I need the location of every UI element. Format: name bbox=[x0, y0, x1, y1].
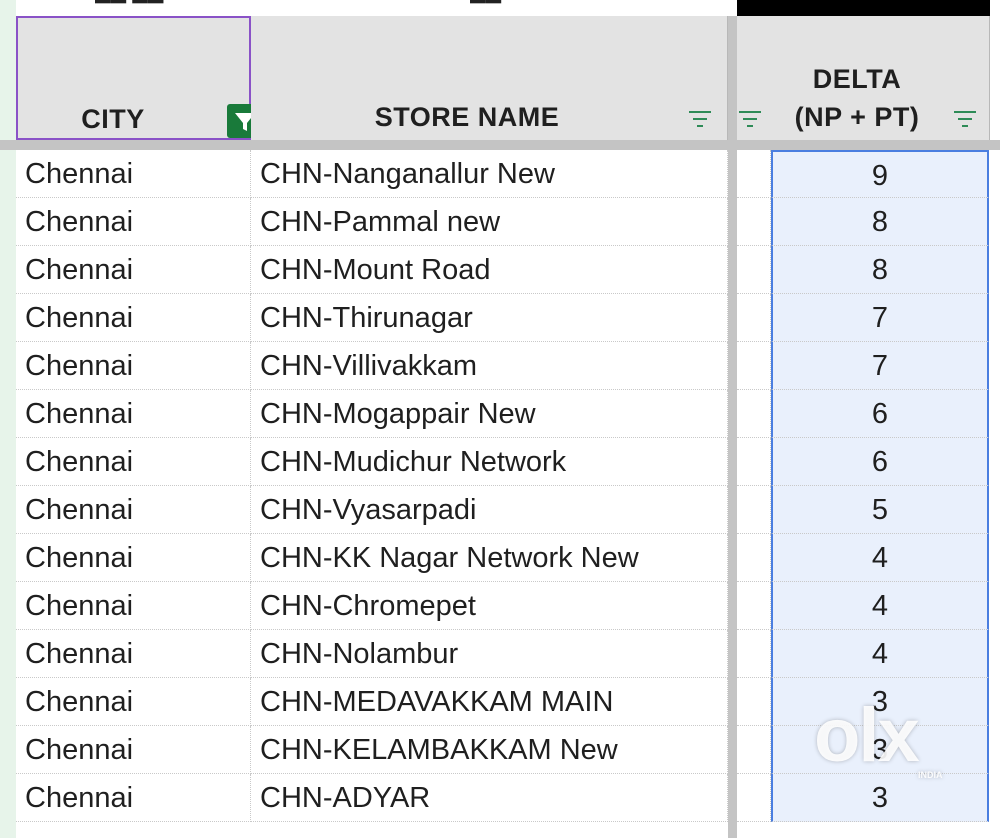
table-row: Chennai CHN-KK Nagar Network New 4 bbox=[16, 534, 1000, 582]
header-delta-line2: (NP + PT) bbox=[794, 102, 920, 132]
header-city-label: CITY bbox=[81, 104, 145, 134]
table-row: Chennai CHN-Pammal new 8 bbox=[16, 198, 1000, 246]
store-name-cell[interactable]: CHN-ADYAR bbox=[251, 774, 728, 822]
delta-cell[interactable]: 6 bbox=[771, 390, 989, 438]
hidden-column-cell[interactable] bbox=[737, 150, 771, 198]
filter-icon[interactable] bbox=[689, 111, 711, 129]
delta-cell[interactable]: 3 bbox=[771, 726, 989, 774]
store-name-cell[interactable]: CHN-Thirunagar bbox=[251, 294, 728, 342]
table-row: Chennai CHN-Nolambur 4 bbox=[16, 630, 1000, 678]
store-name-cell[interactable]: CHN-Mogappair New bbox=[251, 390, 728, 438]
hidden-column-cell[interactable] bbox=[737, 582, 771, 630]
delta-cell[interactable]: 8 bbox=[771, 198, 989, 246]
header-delta[interactable]: DELTA (NP + PT) bbox=[737, 16, 990, 140]
delta-cell[interactable]: 4 bbox=[771, 534, 989, 582]
cut-off-text: ▀▀ bbox=[470, 0, 502, 15]
row-header-stub[interactable] bbox=[0, 0, 16, 838]
store-name-cell[interactable]: CHN-Pammal new bbox=[251, 198, 728, 246]
delta-cell[interactable]: 3 bbox=[771, 678, 989, 726]
city-cell[interactable]: Chennai bbox=[16, 774, 251, 822]
table-row: Chennai CHN-Villivakkam 7 bbox=[16, 342, 1000, 390]
hidden-column-cell[interactable] bbox=[737, 390, 771, 438]
delta-cell[interactable]: 3 bbox=[771, 774, 989, 822]
store-name-cell[interactable]: CHN-Villivakkam bbox=[251, 342, 728, 390]
delta-cell[interactable]: 6 bbox=[771, 438, 989, 486]
hidden-column-cell[interactable] bbox=[737, 438, 771, 486]
store-name-cell[interactable]: CHN-KK Nagar Network New bbox=[251, 534, 728, 582]
store-name-cell[interactable]: CHN-Nanganallur New bbox=[251, 150, 728, 198]
table-row: Chennai CHN-MEDAVAKKAM MAIN 3 bbox=[16, 678, 1000, 726]
delta-cell[interactable]: 7 bbox=[771, 294, 989, 342]
delta-cell[interactable]: 7 bbox=[771, 342, 989, 390]
header-store-name-label: STORE NAME bbox=[374, 102, 560, 132]
store-name-cell[interactable]: CHN-Nolambur bbox=[251, 630, 728, 678]
delta-cell[interactable]: 4 bbox=[771, 630, 989, 678]
hidden-column-cell[interactable] bbox=[737, 630, 771, 678]
header-delta-line1: DELTA bbox=[812, 64, 902, 94]
delta-cell[interactable]: 4 bbox=[771, 582, 989, 630]
city-cell[interactable]: Chennai bbox=[16, 726, 251, 774]
hidden-column-cell[interactable] bbox=[737, 342, 771, 390]
city-cell[interactable]: Chennai bbox=[16, 438, 251, 486]
hidden-column-cell[interactable] bbox=[737, 678, 771, 726]
hidden-column-cell[interactable] bbox=[737, 294, 771, 342]
store-name-cell[interactable]: CHN-Chromepet bbox=[251, 582, 728, 630]
table-row: Chennai CHN-Mogappair New 6 bbox=[16, 390, 1000, 438]
city-cell[interactable]: Chennai bbox=[16, 678, 251, 726]
city-cell[interactable]: Chennai bbox=[16, 150, 251, 198]
table-row: Chennai CHN-Nanganallur New 9 bbox=[16, 150, 1000, 198]
cut-off-text: ▀▀ ▀▀ bbox=[95, 0, 164, 15]
store-name-cell[interactable]: CHN-Mount Road bbox=[251, 246, 728, 294]
header-store-name[interactable]: STORE NAME bbox=[251, 16, 728, 140]
store-name-cell[interactable]: CHN-Vyasarpadi bbox=[251, 486, 728, 534]
store-name-cell[interactable]: CHN-KELAMBAKKAM New bbox=[251, 726, 728, 774]
city-cell[interactable]: Chennai bbox=[16, 534, 251, 582]
city-cell[interactable]: Chennai bbox=[16, 486, 251, 534]
hidden-column-cell[interactable] bbox=[737, 486, 771, 534]
header-city[interactable]: CITY bbox=[16, 16, 263, 140]
city-cell[interactable]: Chennai bbox=[16, 198, 251, 246]
city-cell[interactable]: Chennai bbox=[16, 630, 251, 678]
hidden-column-cell[interactable] bbox=[737, 534, 771, 582]
hidden-column-cell[interactable] bbox=[737, 774, 771, 822]
delta-cell[interactable]: 9 bbox=[771, 150, 989, 198]
frozen-row-divider[interactable] bbox=[0, 140, 1000, 150]
hidden-column-cell[interactable] bbox=[737, 198, 771, 246]
delta-cell[interactable]: 8 bbox=[771, 246, 989, 294]
city-cell[interactable]: Chennai bbox=[16, 582, 251, 630]
city-cell[interactable]: Chennai bbox=[16, 342, 251, 390]
city-cell[interactable]: Chennai bbox=[16, 246, 251, 294]
filter-icon[interactable] bbox=[954, 111, 976, 129]
table-row: Chennai CHN-Chromepet 4 bbox=[16, 582, 1000, 630]
hidden-column-cell[interactable] bbox=[737, 246, 771, 294]
city-cell[interactable]: Chennai bbox=[16, 294, 251, 342]
table-row: Chennai CHN-ADYAR 3 bbox=[16, 774, 1000, 822]
store-name-cell[interactable]: CHN-MEDAVAKKAM MAIN bbox=[251, 678, 728, 726]
delta-cell[interactable]: 5 bbox=[771, 486, 989, 534]
hidden-column-cell[interactable] bbox=[737, 726, 771, 774]
table-row: Chennai CHN-Mudichur Network 6 bbox=[16, 438, 1000, 486]
table-row: Chennai CHN-Thirunagar 7 bbox=[16, 294, 1000, 342]
table-row: Chennai CHN-Mount Road 8 bbox=[16, 246, 1000, 294]
city-cell[interactable]: Chennai bbox=[16, 390, 251, 438]
table-row: Chennai CHN-Vyasarpadi 5 bbox=[16, 486, 1000, 534]
black-header-cell bbox=[737, 0, 990, 16]
store-name-cell[interactable]: CHN-Mudichur Network bbox=[251, 438, 728, 486]
filter-icon[interactable] bbox=[739, 111, 761, 129]
table-row: Chennai CHN-KELAMBAKKAM New 3 bbox=[16, 726, 1000, 774]
